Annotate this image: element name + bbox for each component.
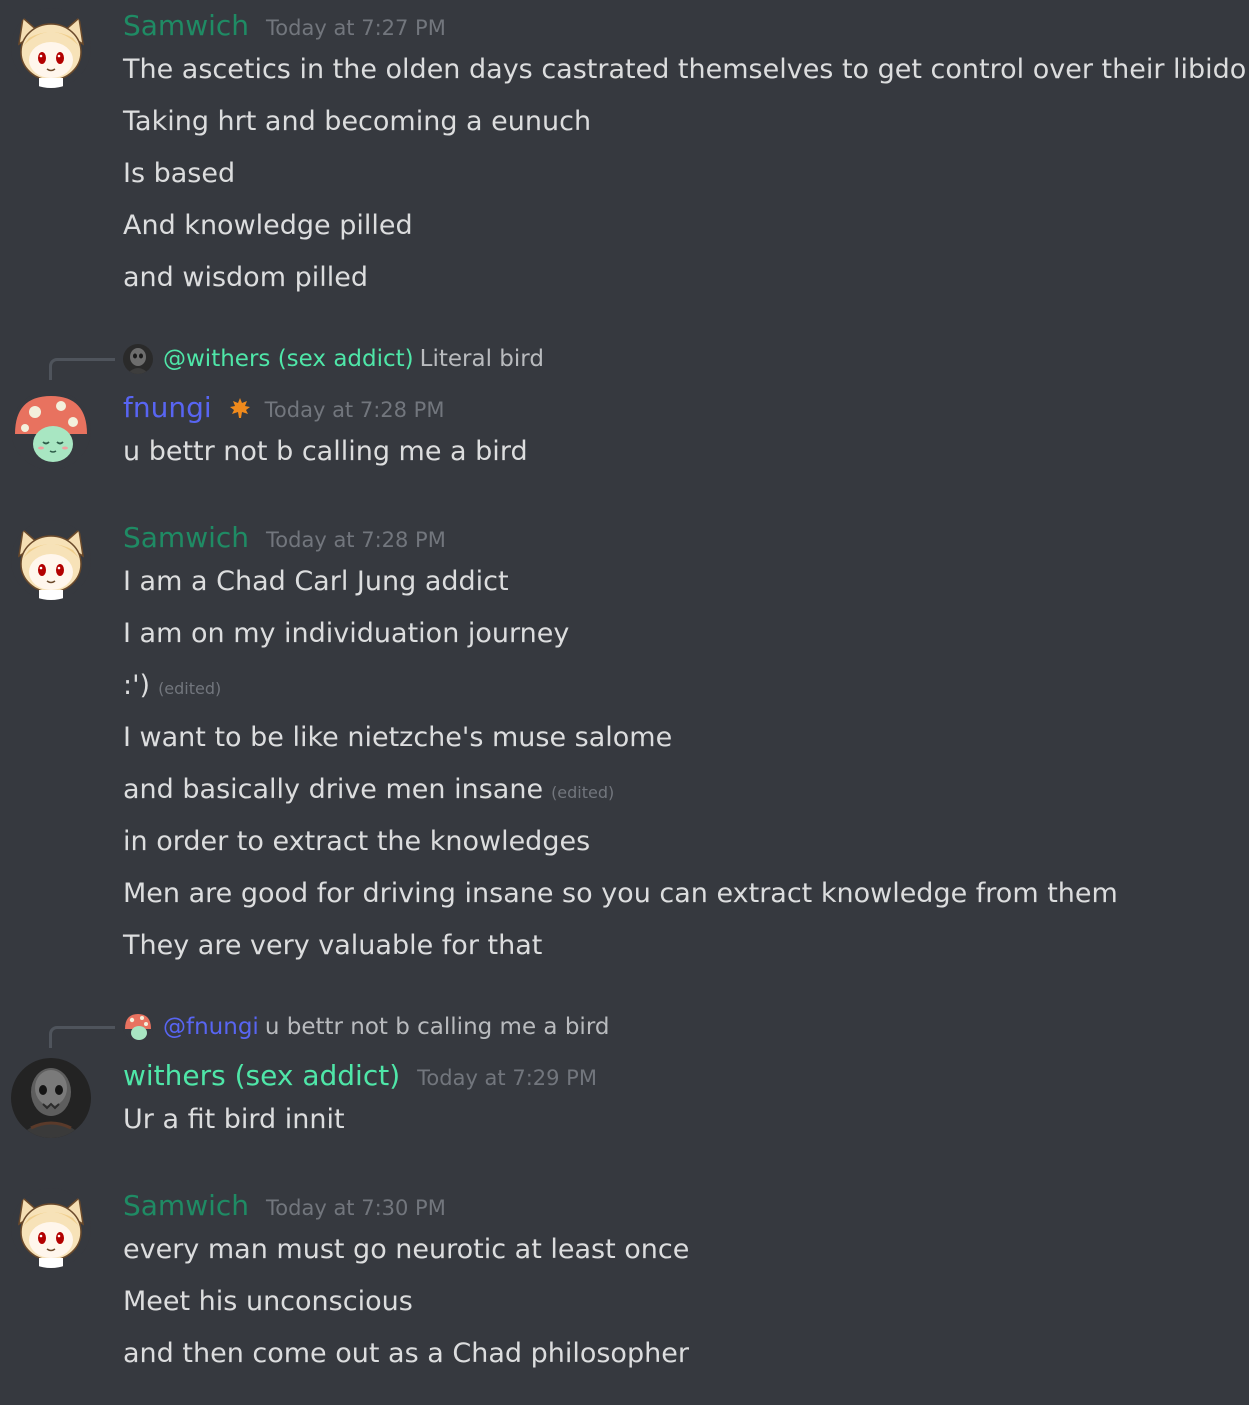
message-line: in order to extract the knowledges [123, 822, 590, 862]
message-group-withers: @fnungi u bettr not b calling me a bird w… [0, 1010, 1249, 1150]
message-group-samwich-1: Samwich Today at 7:27 PM The ascetics in… [0, 0, 1249, 310]
reply-preview[interactable]: @fnungi u bettr not b calling me a bird [0, 1010, 900, 1048]
username[interactable]: fnungi [123, 390, 212, 426]
message-line: I am a Chad Carl Jung addict [123, 562, 509, 602]
message-text: in order to extract the knowledges [123, 826, 591, 857]
reply-preview[interactable]: @withers (sex addict) Literal bird [0, 342, 900, 380]
message-text: and wisdom pilled [123, 262, 368, 293]
reply-mention[interactable]: @fnungi [163, 1014, 259, 1040]
reply-content: @fnungi u bettr not b calling me a bird [163, 1010, 609, 1044]
message-line: Ur a fit bird innit [123, 1100, 345, 1140]
timestamp[interactable]: Today at 7:27 PM [266, 10, 446, 46]
message-text: Is based [123, 158, 236, 189]
reply-avatar [123, 344, 153, 374]
message-header: fnungi Today at 7:28 PM [123, 390, 444, 426]
edited-label: (edited) [551, 783, 615, 802]
reply-spine [49, 358, 115, 380]
message-text: I am a Chad Carl Jung addict [123, 566, 509, 597]
message-text: Men are good for driving insane so you c… [123, 878, 1118, 909]
reply-avatar [123, 1012, 153, 1042]
message-line: and basically drive men insane (edited) [123, 770, 614, 810]
message-text: Ur a fit bird innit [123, 1104, 345, 1135]
message-text: Taking hrt and becoming a eunuch [123, 106, 592, 137]
maple-leaf-icon [228, 396, 252, 420]
samwich-avatar[interactable] [11, 520, 91, 600]
message-line: every man must go neurotic at least once [123, 1230, 689, 1270]
message-line: Meet his unconscious [123, 1282, 413, 1322]
timestamp[interactable]: Today at 7:28 PM [266, 522, 446, 558]
reply-text: u bettr not b calling me a bird [264, 1014, 610, 1040]
username[interactable]: withers (sex addict) [123, 1058, 400, 1094]
message-text: I want to be like nietzche's muse salome [123, 722, 673, 753]
message-text: The ascetics in the olden days castrated… [123, 54, 1247, 85]
dark-figure-avatar-icon [123, 344, 153, 374]
timestamp[interactable]: Today at 7:30 PM [266, 1190, 446, 1226]
message-text: They are very valuable for that [123, 930, 543, 961]
username[interactable]: Samwich [123, 520, 249, 556]
message-group-fnungi: @withers (sex addict) Literal bird fnungi… [0, 342, 1249, 482]
neko-arc-avatar-icon [11, 1188, 91, 1268]
message-header: Samwich Today at 7:28 PM [123, 520, 446, 556]
message-text: and then come out as a Chad philosopher [123, 1338, 689, 1369]
neko-arc-avatar-icon [11, 520, 91, 600]
message-line: and wisdom pilled [123, 258, 368, 298]
username[interactable]: Samwich [123, 1188, 249, 1224]
message-header: withers (sex addict) Today at 7:29 PM [123, 1058, 597, 1094]
message-line: Men are good for driving insane so you c… [123, 874, 1118, 914]
message-line: And knowledge pilled [123, 206, 413, 246]
message-line: The ascetics in the olden days castrated… [123, 50, 1246, 90]
fnungi-avatar[interactable] [11, 390, 91, 470]
message-text: Meet his unconscious [123, 1286, 413, 1317]
mushroom-avatar-icon [123, 1012, 153, 1042]
reply-spine [49, 1026, 115, 1048]
message-text: u bettr not b calling me a bird [123, 436, 528, 467]
edited-label: (edited) [158, 679, 222, 698]
reply-content: @withers (sex addict) Literal bird [163, 342, 544, 376]
reply-mention[interactable]: @withers (sex addict) [163, 346, 414, 372]
message-line: and then come out as a Chad philosopher [123, 1334, 689, 1374]
message-line: u bettr not b calling me a bird [123, 432, 528, 472]
message-text: And knowledge pilled [123, 210, 413, 241]
message-text: I am on my individuation journey [123, 618, 570, 649]
message-group-samwich-3: Samwich Today at 7:30 PM every man must … [0, 1188, 1249, 1388]
message-text: :') [123, 670, 151, 701]
username[interactable]: Samwich [123, 8, 249, 44]
message-line: Taking hrt and becoming a eunuch [123, 102, 591, 142]
message-line: I am on my individuation journey [123, 614, 569, 654]
mushroom-avatar-icon [11, 390, 91, 470]
dark-figure-avatar-icon [11, 1058, 91, 1138]
message-text: and basically drive men insane [123, 774, 544, 805]
message-group-samwich-2: Samwich Today at 7:28 PM I am a Chad Car… [0, 520, 1249, 961]
message-text: every man must go neurotic at least once [123, 1234, 690, 1265]
samwich-avatar[interactable] [11, 1188, 91, 1268]
timestamp[interactable]: Today at 7:28 PM [265, 392, 445, 428]
neko-arc-avatar-icon [11, 8, 91, 88]
message-header: Samwich Today at 7:30 PM [123, 1188, 446, 1224]
message-line: :') (edited) [123, 666, 221, 706]
message-header: Samwich Today at 7:27 PM [123, 8, 446, 44]
withers-avatar[interactable] [11, 1058, 91, 1138]
timestamp[interactable]: Today at 7:29 PM [417, 1060, 597, 1096]
reply-text: Literal bird [419, 346, 544, 372]
message-line: I want to be like nietzche's muse salome [123, 718, 672, 758]
samwich-avatar[interactable] [11, 8, 91, 88]
message-line: They are very valuable for that [123, 926, 542, 966]
message-line: Is based [123, 154, 235, 194]
